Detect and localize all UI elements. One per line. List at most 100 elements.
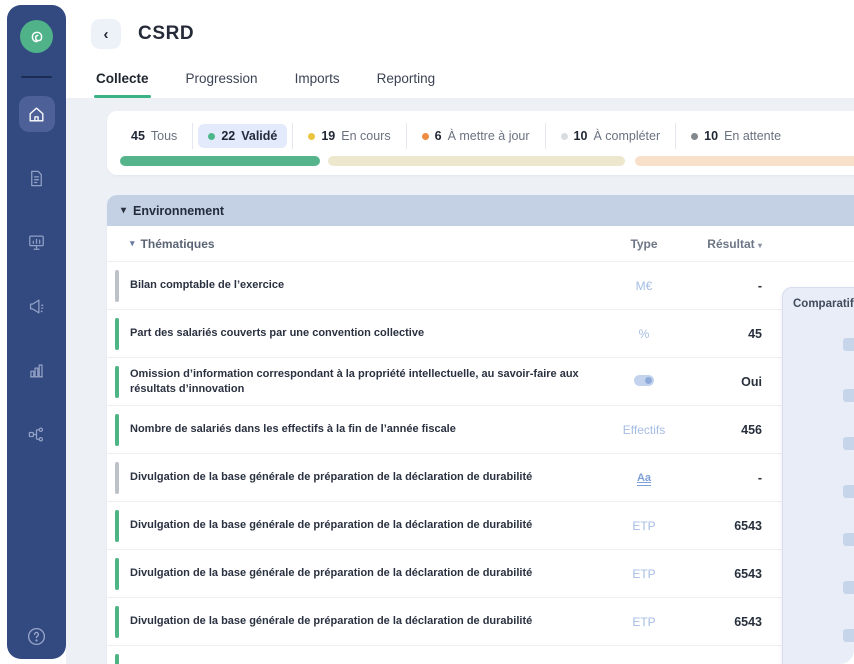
table-row[interactable]: Divulgation de la base générale de prépa… — [107, 598, 854, 646]
column-resultat[interactable]: Résultat ▾ — [689, 237, 762, 251]
row-result: - — [689, 471, 762, 485]
analytics-icon — [27, 361, 46, 380]
row-status-bar — [115, 558, 119, 590]
section-header-environnement[interactable]: ▾ Environnement — [107, 195, 854, 226]
sidebar-item-announcements[interactable] — [19, 288, 55, 324]
tab-imports[interactable]: Imports — [293, 71, 342, 98]
filter-tous[interactable]: 45Tous — [121, 124, 187, 148]
filter-count: 10 — [574, 129, 588, 143]
filter-label: En attente — [724, 129, 781, 143]
row-type — [599, 375, 689, 389]
filter-à-compléter[interactable]: 10 À compléter — [551, 124, 671, 148]
sidebar-item-documents[interactable] — [19, 160, 55, 196]
sidebar-item-home[interactable] — [19, 96, 55, 132]
content-area: 45Tous 22Validé 19En cours 6À mettre à jour… — [66, 98, 854, 664]
row-label: Nombre de salariés dans les effectifs à … — [130, 416, 599, 443]
filter-label: À mettre à jour — [448, 129, 530, 143]
tab-progression[interactable]: Progression — [184, 71, 260, 98]
row-label: Part des salariés couverts par une conve… — [130, 320, 599, 347]
triangle-down-icon: ▾ — [121, 205, 126, 216]
progress-segment — [120, 156, 320, 166]
presentation-icon — [27, 233, 46, 252]
table-row[interactable]: Bilan comptable de l’exerciceM€- — [107, 262, 854, 310]
column-type: Type — [599, 237, 689, 251]
progress-segment — [635, 156, 854, 166]
row-result: 6543 — [689, 519, 762, 533]
progress-segment — [328, 156, 625, 166]
progress-bar — [120, 156, 854, 166]
collection-table-card: ▾ Environnement ▾ Thématiques Type Résul… — [107, 195, 854, 664]
table-row[interactable]: Divulgation de la base générale de prépa… — [107, 502, 854, 550]
filter-label: À compléter — [593, 129, 660, 143]
type-unit-label: ETP — [632, 615, 655, 629]
back-button[interactable]: ‹ — [91, 19, 121, 49]
tab-bar: Collecte Progression Imports Reporting — [94, 71, 437, 98]
sidebar-item-analytics[interactable] — [19, 352, 55, 388]
filter-en-attente[interactable]: 10 En attente — [681, 124, 791, 148]
comparatif-value-chip — [843, 389, 854, 402]
row-type: ETP — [599, 519, 689, 533]
filter-label: En cours — [341, 129, 390, 143]
row-label: Divulgation de la base générale de prépa… — [130, 512, 599, 539]
row-status-bar — [115, 606, 119, 638]
table-row[interactable]: Nombre de salariés dans les effectifs à … — [107, 406, 854, 454]
row-type: % — [599, 327, 689, 341]
filter-validé[interactable]: 22Validé — [198, 124, 287, 148]
table-row[interactable] — [107, 646, 854, 664]
announcements-icon — [27, 297, 46, 316]
filter-separator — [675, 123, 676, 149]
filter-separator — [545, 123, 546, 149]
row-label: Divulgation de la base générale de prépa… — [130, 464, 599, 491]
table-header-row: ▾ Thématiques Type Résultat ▾ — [107, 226, 854, 262]
table-body: Bilan comptable de l’exerciceM€-Part des… — [107, 262, 854, 664]
row-status-bar — [115, 654, 119, 664]
toggle-icon — [634, 375, 654, 386]
sidebar-item-organization[interactable] — [19, 416, 55, 452]
row-status-bar — [115, 462, 119, 494]
app-window: ‹ CSRD CollecteProgressionImportsReporti… — [0, 0, 854, 664]
table-row[interactable]: Omission d’information correspondant à l… — [107, 358, 854, 406]
status-summary-card: 45Tous 22Validé 19En cours 6À mettre à jour… — [107, 111, 854, 175]
type-unit-label: % — [639, 327, 650, 341]
row-type: M€ — [599, 279, 689, 293]
header: ‹ CSRD CollecteProgressionImportsReporti… — [66, 0, 854, 98]
table-row[interactable]: Divulgation de la base générale de prépa… — [107, 454, 854, 502]
status-dot-icon — [561, 133, 568, 140]
status-dot-icon — [208, 133, 215, 140]
row-label: Omission d’information correspondant à l… — [130, 361, 599, 403]
row-status-bar — [115, 510, 119, 542]
sidebar-divider — [21, 76, 52, 78]
tab-reporting[interactable]: Reporting — [375, 71, 438, 98]
row-label: Bilan comptable de l’exercice — [130, 272, 599, 299]
type-unit-label: ETP — [632, 567, 655, 581]
row-status-bar — [115, 414, 119, 446]
row-status-bar — [115, 366, 119, 398]
comparatif-value-chip — [843, 437, 854, 450]
comparatif-value-chip — [843, 338, 854, 351]
brand-logo-icon — [20, 20, 53, 53]
documents-icon — [27, 169, 46, 188]
row-result: 6543 — [689, 567, 762, 581]
comparatif-value-chip — [843, 629, 854, 642]
sidebar-item-presentation[interactable] — [19, 224, 55, 260]
sidebar-nav — [7, 96, 66, 480]
type-unit-label: Effectifs — [623, 423, 665, 437]
triangle-down-icon: ▾ — [130, 238, 135, 249]
column-thematiques[interactable]: ▾ Thématiques — [115, 237, 599, 251]
tab-collecte[interactable]: Collecte — [94, 71, 151, 98]
chevron-left-icon: ‹ — [104, 26, 109, 43]
status-dot-icon — [691, 133, 698, 140]
filter-label: Tous — [151, 129, 177, 143]
section-title: Environnement — [133, 204, 224, 218]
comparatif-value-chip — [843, 533, 854, 546]
help-icon[interactable] — [26, 626, 47, 647]
table-row[interactable]: Part des salariés couverts par une conve… — [107, 310, 854, 358]
row-type: ETP — [599, 567, 689, 581]
table-row[interactable]: Divulgation de la base générale de prépa… — [107, 550, 854, 598]
sort-arrow-icon: ▾ — [758, 241, 762, 250]
row-label: Divulgation de la base générale de prépa… — [130, 608, 599, 635]
filter-count: 10 — [704, 129, 718, 143]
filter-separator — [292, 123, 293, 149]
filter-en-cours[interactable]: 19En cours — [298, 124, 400, 148]
filter-à-mettre-à-jour[interactable]: 6À mettre à jour — [412, 124, 540, 148]
